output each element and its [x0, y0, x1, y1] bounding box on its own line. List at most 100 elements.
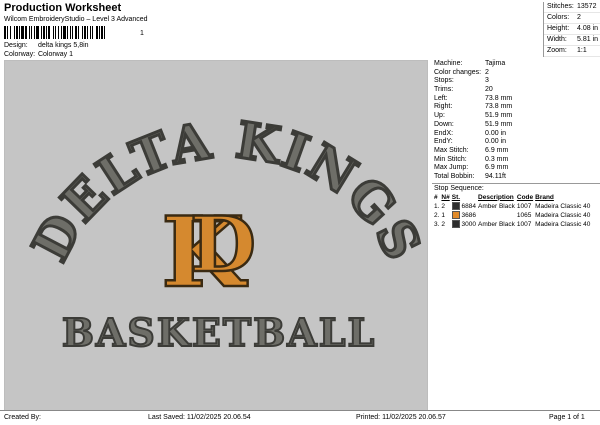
machine-info-label: Right: — [434, 103, 453, 111]
printed-date: Printed: 11/02/2025 20.06.57 — [356, 414, 446, 421]
machine-info-label: Total Bobbin: — [434, 172, 475, 180]
machine-info-row: EndX: 0.00 in — [432, 130, 600, 139]
stop-brand: Madeira Classic 40 — [535, 202, 591, 210]
stop-brand: Madeira Classic 40 — [535, 211, 591, 219]
stop-column-header: St. — [451, 193, 461, 201]
machine-info-value: 6.9 mm — [485, 164, 509, 172]
summary-row: Colors: 2 — [544, 13, 600, 24]
stop-description: Amber Black — [478, 202, 515, 210]
stop-sequence-title: Stop Sequence: — [432, 182, 600, 193]
stop-column-header: # — [434, 193, 438, 201]
stop-code: 1065 — [516, 211, 532, 219]
machine-info-value: 51.9 mm — [485, 112, 513, 120]
bottom-word: BASKETBALL — [62, 310, 376, 355]
kd-monogram: K D — [160, 195, 257, 311]
machine-info-label: Stops: — [434, 77, 454, 85]
stop-description: Amber Black — [478, 220, 515, 228]
summary-label: Colors: — [547, 14, 570, 21]
stop-code: 1007 — [516, 220, 532, 228]
summary-value: 4.08 in — [577, 25, 599, 32]
machine-info-row: Right: 73.8 mm — [432, 103, 600, 112]
summary-label: Zoom: — [547, 47, 567, 54]
summary-row: Width: 5.81 in — [544, 35, 600, 46]
stop-stitches: 3000 — [451, 219, 478, 229]
machine-info-row: Total Bobbin: 94.11ft — [432, 173, 600, 182]
machine-info-value: Tajima — [485, 60, 506, 67]
stitch-count: 3686 — [459, 211, 477, 219]
page-number: Page 1 of 1 — [549, 414, 585, 421]
machine-info-row: EndY: 0.00 in — [432, 138, 600, 147]
machine-info-label: Trims: — [434, 86, 454, 94]
summary-label: Height: — [547, 25, 570, 32]
design-value: delta kings 5,8in — [37, 42, 89, 49]
machine-info-value: 6.9 mm — [485, 146, 509, 154]
stitch-count: 3000 — [459, 220, 477, 228]
worksheet-title: Production Worksheet — [4, 2, 122, 14]
barcode-number: 1 — [140, 30, 144, 37]
summary-label: Width: — [547, 36, 567, 43]
stitch-count: 6884 — [459, 202, 477, 210]
stop-sequence-table: # N# St. Description Code Brand 1. 2 6884 Amber… — [434, 193, 592, 229]
machine-info-label: Max Stitch: — [434, 146, 469, 154]
machine-info-value: 94.11ft — [485, 172, 506, 180]
summary-stats: Stitches: 13572 Colors: 2 Height: 4.08 in Widt… — [543, 2, 600, 57]
stop-needle: 2 — [441, 220, 446, 228]
barcode — [4, 26, 137, 39]
machine-info-label: Max Jump: — [434, 164, 469, 172]
software-subtitle: Wilcom EmbroideryStudio – Level 3 Advanc… — [4, 16, 148, 23]
machine-info-label: EndY: — [434, 138, 453, 146]
machine-info-value: 0.00 in — [485, 129, 507, 137]
machine-info-panel: Machine: Tajima Color changes: 2 Stops: 3 Trim… — [432, 60, 600, 229]
machine-info-value: 73.8 mm — [485, 103, 513, 111]
monogram-d: D — [190, 200, 256, 289]
color-swatch-icon — [451, 210, 460, 219]
stop-row: 3. 2 3000 Amber Black 1007 Madeira Classic 4… — [434, 219, 592, 229]
machine-info-row: Machine: Tajima — [432, 60, 600, 69]
color-swatch-icon — [451, 219, 460, 228]
machine-info-value: 20 — [485, 86, 493, 94]
machine-info-row: Max Stitch: 6.9 mm — [432, 147, 600, 156]
stop-stitches: 3686 — [451, 210, 478, 220]
stop-description — [478, 211, 517, 220]
stop-index: 2. — [434, 211, 440, 219]
colorway-label: Colorway: — [4, 51, 36, 58]
stop-index: 3. — [434, 220, 440, 228]
stop-brand: Madeira Classic 40 — [535, 220, 591, 228]
stop-stitches: 6884 — [451, 201, 478, 211]
summary-label: Stitches: — [547, 3, 574, 10]
stop-row: 2. 1 3686 1065 Madeira Classic 40 — [434, 210, 592, 220]
machine-info-label: Machine: — [434, 60, 463, 67]
summary-row: Stitches: 13572 — [544, 2, 600, 13]
machine-info-row: Color changes: 2 — [432, 69, 600, 78]
barcode-bar — [105, 26, 107, 39]
stop-column-header: Brand — [535, 193, 554, 201]
machine-info-label: Down: — [434, 120, 454, 128]
stop-column-header: N# — [441, 193, 450, 201]
stop-column-header: Code — [516, 193, 534, 201]
machine-info-label: Min Stitch: — [434, 155, 467, 163]
stop-code: 1007 — [516, 202, 532, 210]
stop-column-header: Description — [478, 193, 514, 201]
colorway-info: Colorway: Colorway 1 — [4, 51, 73, 58]
machine-info-row: Trims: 20 — [432, 86, 600, 95]
summary-row: Zoom: 1:1 — [544, 46, 600, 57]
summary-value: 5.81 in — [577, 36, 599, 43]
machine-info-label: Up: — [434, 112, 445, 120]
machine-info-value: 0.3 mm — [485, 155, 509, 163]
machine-info-row: Up: 51.9 mm — [432, 112, 600, 121]
design-label: Design: — [4, 42, 28, 49]
color-swatch-icon — [451, 201, 460, 210]
stop-row: 1. 2 6884 Amber Black 1007 Madeira Classic 4… — [434, 201, 592, 211]
machine-info-label: Color changes: — [434, 68, 482, 76]
machine-info-row: Min Stitch: 0.3 mm — [432, 156, 600, 165]
machine-info-value: 2 — [485, 68, 489, 76]
summary-value: 2 — [577, 14, 581, 21]
colorway-value: Colorway 1 — [37, 51, 73, 58]
stop-needle: 2 — [441, 202, 446, 210]
stop-index: 1. — [434, 202, 440, 210]
machine-info-label: EndX: — [434, 129, 454, 137]
machine-info-value: 3 — [485, 77, 489, 85]
stop-needle: 1 — [441, 211, 446, 219]
design-info: Design: delta kings 5,8in — [4, 42, 89, 49]
machine-info-value: 73.8 mm — [485, 94, 513, 102]
